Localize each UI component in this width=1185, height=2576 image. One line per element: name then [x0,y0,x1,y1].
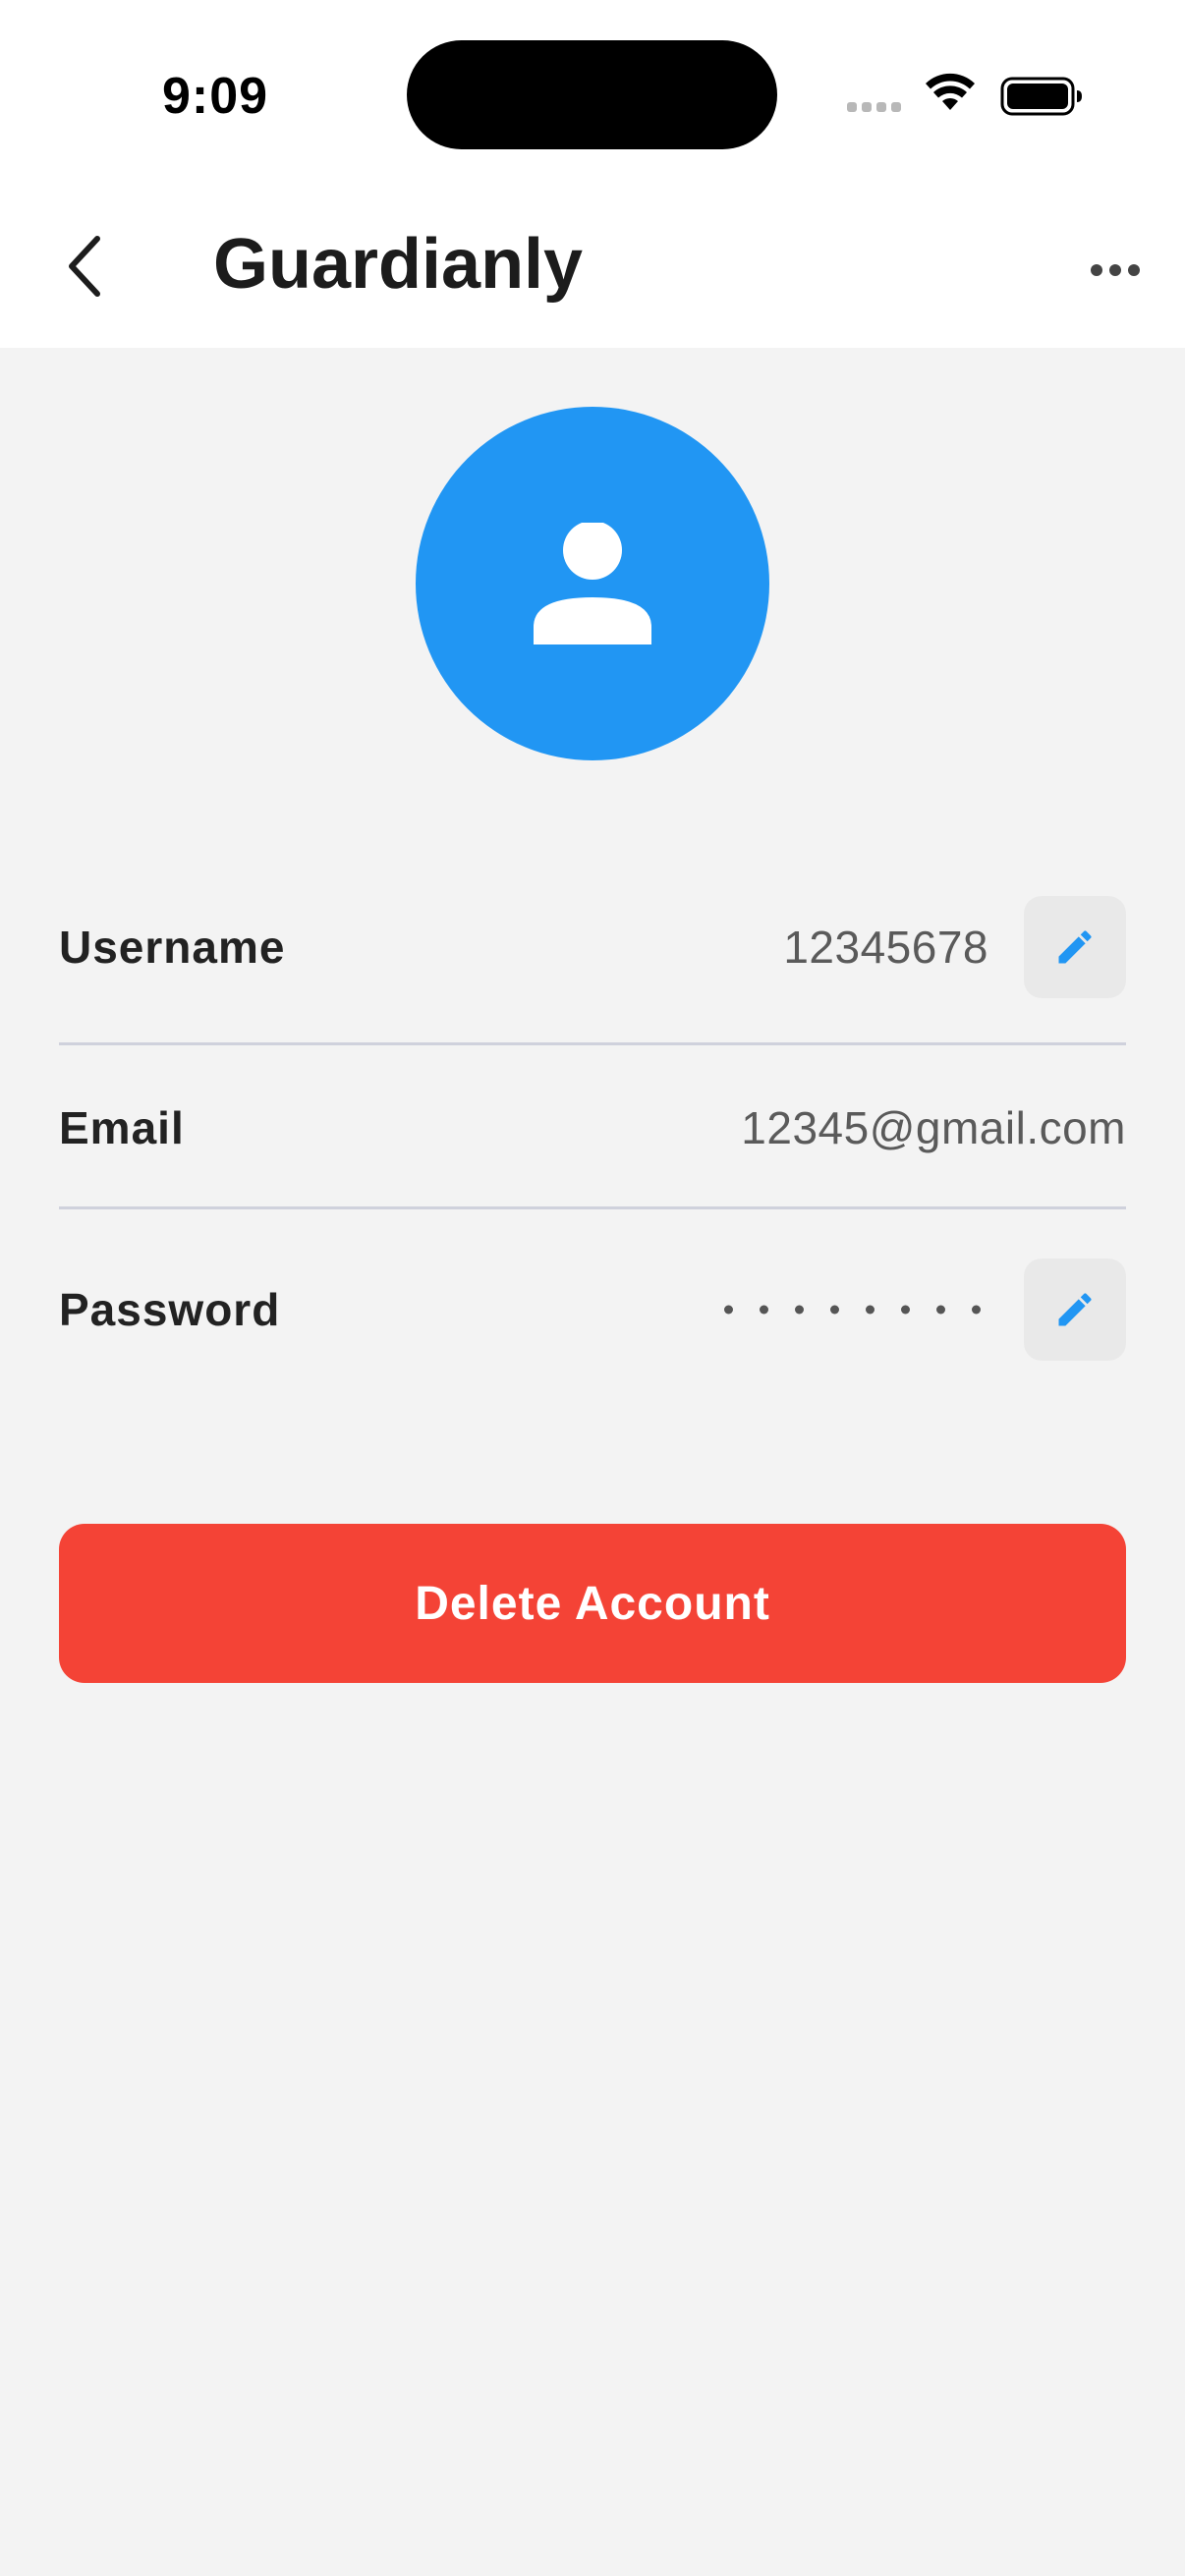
person-icon [534,523,651,644]
divider [59,1042,1126,1045]
email-value: 12345@gmail.com [741,1102,1126,1153]
dynamic-island [407,40,777,149]
navigation-bar: Guardianly [0,187,1185,348]
password-dot [795,1305,804,1315]
password-dot [866,1305,875,1315]
pencil-icon [1058,930,1092,964]
password-dot [830,1305,839,1315]
password-masked-value [724,1305,981,1315]
edit-password-button[interactable] [1024,1259,1126,1361]
delete-account-button[interactable]: Delete Account [59,1524,1126,1683]
pencil-icon [1058,1293,1092,1326]
cellular-signal-icon [847,102,901,112]
password-dot [972,1305,981,1315]
battery-icon [1000,77,1083,121]
username-value: 12345678 [783,922,988,973]
divider [59,1206,1126,1209]
chevron-left-icon [69,236,100,297]
wifi-icon [926,73,975,117]
password-dot [760,1305,768,1315]
avatar [416,407,769,760]
password-label: Password [59,1284,281,1335]
status-bar: 9:09 [0,0,1185,187]
password-dot [901,1305,910,1315]
username-label: Username [59,922,286,973]
edit-username-button[interactable] [1024,896,1126,998]
password-dot [724,1305,733,1315]
ellipsis-icon [1091,264,1140,276]
delete-account-label: Delete Account [415,1577,770,1630]
username-row: Username 12345678 [59,896,1126,998]
password-row: Password [59,1259,1126,1361]
email-label: Email [59,1102,185,1153]
page-title: Guardianly [213,225,584,304]
email-row: Email 12345@gmail.com [59,1077,1126,1179]
more-options-button[interactable] [1081,236,1150,305]
password-dot [936,1305,945,1315]
status-time: 9:09 [162,68,269,125]
back-button[interactable] [49,222,118,310]
